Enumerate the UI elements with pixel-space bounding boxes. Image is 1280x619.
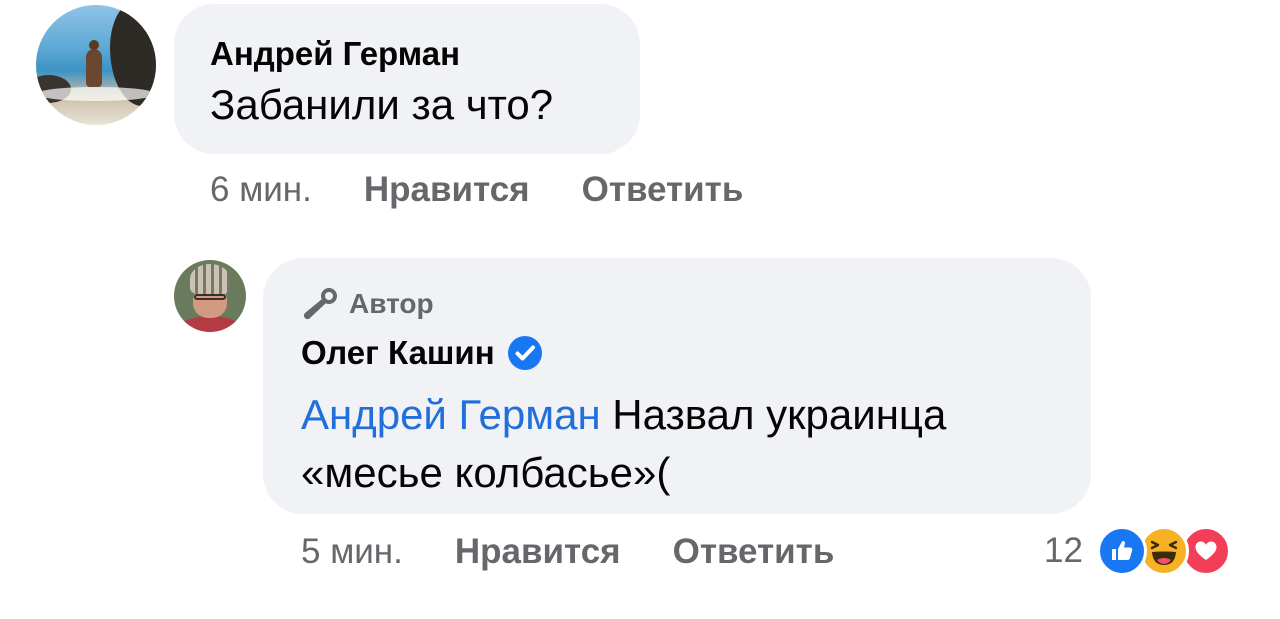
reply-text-line1: Назвал украинца (600, 391, 947, 438)
reply-actions: 5 мин. Нравится Ответить (301, 532, 834, 572)
like-icon (1096, 526, 1147, 576)
comment-like-button[interactable]: Нравится (364, 170, 530, 210)
microphone-icon (301, 287, 339, 321)
author-badge-label: Автор (349, 288, 434, 319)
author-badge: Автор (301, 286, 1053, 322)
avatar-photo-wave (36, 87, 156, 101)
reply-author-avatar[interactable] (174, 260, 246, 332)
reply-timestamp[interactable]: 5 мин. (301, 532, 403, 572)
comment-bubble: Андрей Герман Забанили за что? (174, 4, 640, 154)
avatar-photo-person (86, 40, 102, 87)
reply-like-button[interactable]: Нравится (455, 532, 621, 572)
avatar-photo-glasses (194, 294, 226, 300)
comment-author-name[interactable]: Андрей Герман (210, 34, 604, 74)
commenter-avatar[interactable] (36, 5, 156, 125)
reaction-count: 12 (1044, 531, 1083, 570)
reply-bubble: Автор Олег Кашин Андрей Герман Назвал ук… (263, 258, 1091, 514)
verified-badge-icon (507, 335, 543, 371)
reply-reply-button[interactable]: Ответить (673, 532, 835, 572)
reply-text: Андрей Герман Назвал украинца «месье кол… (301, 386, 1053, 502)
avatar-photo-hat (190, 264, 230, 294)
reaction-icons (1096, 526, 1231, 576)
reactions-summary[interactable]: 12 (1044, 526, 1231, 576)
mention-link[interactable]: Андрей Герман (301, 391, 601, 438)
comment-actions: 6 мин. Нравится Ответить (210, 170, 743, 210)
reply-author-name[interactable]: Олег Кашин (301, 334, 495, 372)
avatar-photo-jacket (180, 316, 240, 332)
comment-timestamp[interactable]: 6 мин. (210, 170, 312, 210)
comment-reply-button[interactable]: Ответить (582, 170, 744, 210)
reply-author-row: Олег Кашин (301, 332, 1053, 374)
comment-text: Забанили за что? (210, 81, 554, 128)
reply-text-line2: «месье колбасье»( (301, 449, 671, 496)
